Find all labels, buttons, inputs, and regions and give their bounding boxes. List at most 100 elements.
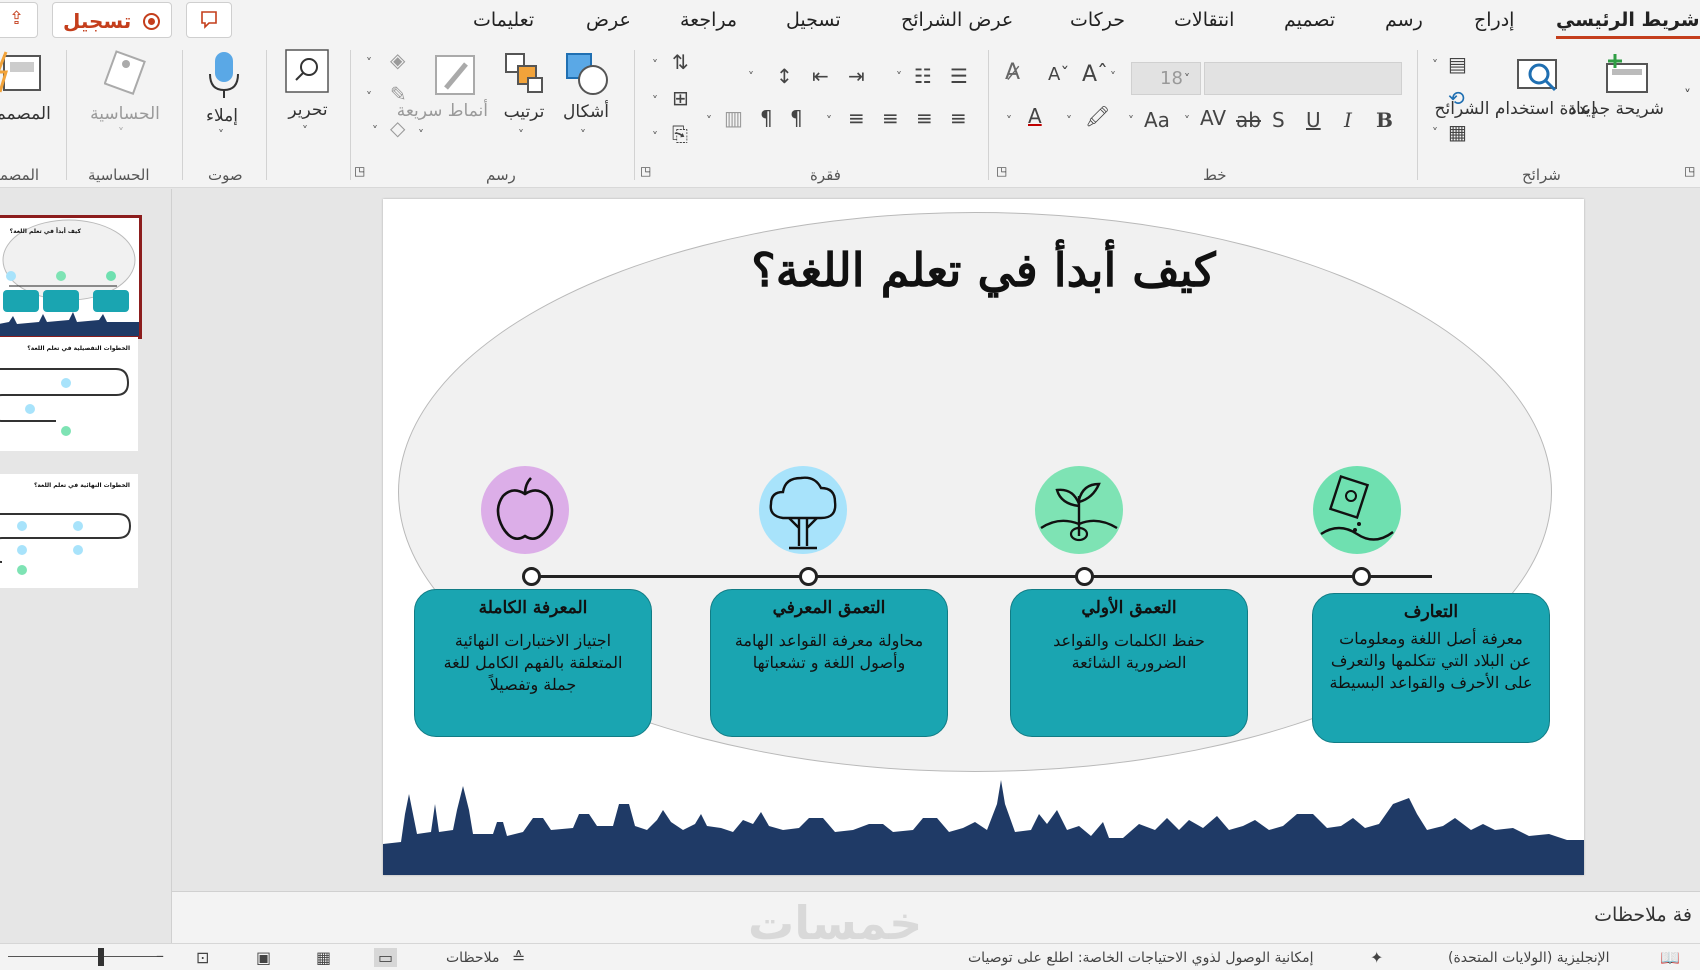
section-icon[interactable]: ▦ [1448,120,1467,144]
slide-sorter-icon[interactable]: ▦ [316,948,331,967]
font-color-icon[interactable]: A [1028,104,1042,128]
highlight-icon[interactable]: 🖍 [1085,104,1110,128]
tab-animations[interactable]: حركات [1070,9,1125,31]
line-spacing-caret-icon[interactable]: ˅ [748,70,754,84]
justify-icon[interactable]: ≡ [848,106,865,130]
share-button[interactable]: ⇪ [0,2,38,38]
tab-help[interactable]: تعليمات [473,9,534,31]
tab-insert[interactable]: إدراج [1474,9,1514,31]
align-text-icon[interactable]: ⊞ [672,86,689,110]
timeline-node[interactable] [522,567,541,586]
layout-caret-icon[interactable]: ˅ [1432,58,1438,72]
comments-button[interactable] [186,2,232,38]
slide-thumbnail-1[interactable]: كيف أبدأ في تعلم اللغة؟ [0,215,142,339]
normal-view-icon[interactable]: ▭ [374,948,398,967]
timeline-node[interactable] [1075,567,1094,586]
shape-effects-icon[interactable]: ◇ [390,116,405,140]
zoom-slider-track[interactable] [8,956,158,957]
font-color-caret-icon[interactable]: ˅ [1006,114,1012,128]
reset-icon[interactable]: ⟲ [1448,86,1465,110]
record-button[interactable]: تسجيل [52,2,172,38]
rtl-icon[interactable]: ¶ [790,106,803,130]
tab-home[interactable]: شريط الرئيسي [1556,9,1700,31]
tab-review[interactable]: مراجعة [680,9,737,31]
columns-icon[interactable]: ▥ [724,106,743,130]
underline-button[interactable]: U [1306,108,1321,132]
timeline-node[interactable] [799,567,818,586]
font-size-dropdown-icon[interactable]: ˅ [1110,70,1116,84]
bullets-icon[interactable]: ☰ [950,64,968,88]
layout-icon[interactable]: ▤ [1448,52,1467,76]
step-4-box[interactable]: المعرفة الكاملة اجتياز الاختبارات النهائ… [414,589,652,737]
slide-thumbnail-2[interactable]: الخطوات التفصيلية في تعلم اللغة؟ [0,337,138,451]
justify-caret-icon[interactable]: ˅ [826,114,832,128]
align-right-icon[interactable]: ≡ [950,106,967,130]
accessibility-status[interactable]: إمكانية الوصول لذوي الاحتياجات الخاصة: ا… [968,950,1314,966]
timeline-line[interactable] [532,575,1432,578]
text-direction-icon[interactable]: ⇅ [672,50,689,74]
slide-title[interactable]: كيف أبدأ في تعلم اللغة؟ [383,243,1584,297]
notes-button[interactable]: ملاحظات [446,950,499,966]
char-spacing-button[interactable]: AV [1200,106,1226,130]
tab-slideshow[interactable]: عرض الشرائح [901,9,1013,31]
paragraph-launcher-icon[interactable]: ◳ [640,164,651,178]
reading-view-icon[interactable]: ▣ [256,948,271,967]
align-center-icon[interactable]: ≡ [916,106,933,130]
step-3-icon-circle[interactable] [759,466,847,554]
tab-draw[interactable]: رسم [1385,9,1423,31]
shape-fill-icon[interactable]: ◈ [390,48,405,72]
bold-button[interactable]: B [1376,108,1393,132]
align-left-icon[interactable]: ≡ [882,106,899,130]
change-case-caret-icon[interactable]: ˅ [1128,114,1134,128]
shape-outline-caret-icon[interactable]: ˅ [366,90,372,104]
step-4-icon-circle[interactable] [481,466,569,554]
font-name-box[interactable] [1204,62,1402,95]
indent-icon[interactable]: ⇥ [848,64,865,88]
notes-icon[interactable]: ≙ [512,948,525,967]
shape-fill-caret-icon[interactable]: ˅ [366,56,372,70]
numbering-caret-icon[interactable]: ˅ [896,70,902,84]
strikethrough-button[interactable]: ab [1236,108,1261,132]
notes-pane[interactable]: فة ملاحظات [172,891,1700,943]
slide-main[interactable]: كيف أبدأ في تعلم اللغة؟ التعارف معرفة أص… [383,199,1584,875]
text-direction-caret-icon[interactable]: ˅ [652,58,658,72]
step-3-box[interactable]: التعمق المعرفي محاولة معرفة القواعد الها… [710,589,948,737]
shadow-button[interactable]: S [1272,108,1285,132]
section-caret-icon[interactable]: ˅ [1432,126,1438,140]
font-launcher-icon[interactable]: ◳ [996,164,1007,178]
line-spacing-icon[interactable]: ↕ [776,64,793,88]
smartart-caret-icon[interactable]: ˅ [652,130,658,144]
accessibility-icon[interactable]: ✦ [1370,948,1383,967]
slideshow-view-icon[interactable]: ⊡ [196,948,209,967]
smartart-icon[interactable]: ⎘ [672,122,688,146]
language-status[interactable]: الإنجليزية (الولايات المتحدة) [1448,950,1610,966]
highlight-caret-icon[interactable]: ˅ [1066,114,1072,128]
drawing-launcher-icon[interactable]: ◳ [354,164,365,178]
ribbon-collapse-icon[interactable]: ˅ [1684,88,1691,104]
columns-caret-icon[interactable]: ˅ [706,114,712,128]
ltr-icon[interactable]: ¶ [760,106,773,130]
slide-thumbnail-3[interactable]: الخطوات النهائية في تعلم اللغة؟ [0,474,138,588]
align-text-caret-icon[interactable]: ˅ [652,94,658,108]
tab-design[interactable]: تصميم [1284,9,1335,31]
shape-effects-caret-icon[interactable]: ˅ [372,124,378,138]
step-1-icon-circle[interactable] [1313,466,1401,554]
notes-placeholder[interactable]: فة ملاحظات [1594,904,1692,926]
slides-launcher-icon[interactable]: ◳ [1684,164,1695,178]
outdent-icon[interactable]: ⇤ [812,64,829,88]
increase-font-icon[interactable]: Aˆ [1082,62,1108,87]
city-skyline-image[interactable] [383,774,1584,875]
decrease-font-icon[interactable]: Aˇ [1048,64,1069,85]
tab-view[interactable]: عرض [586,9,631,31]
step-2-icon-circle[interactable] [1035,466,1123,554]
change-case-button[interactable]: Aa [1144,108,1170,132]
step-2-box[interactable]: التعمق الأولي حفظ الكلمات والقواعد الضرو… [1010,589,1248,737]
clear-format-icon[interactable]: A̷ [1005,60,1020,85]
tab-record[interactable]: تسجيل [786,9,841,31]
step-1-box[interactable]: التعارف معرفة أصل اللغة ومعلومات عن البل… [1312,593,1550,743]
zoom-slider-thumb[interactable] [98,948,104,966]
char-spacing-caret-icon[interactable]: ˅ [1184,114,1190,128]
italic-button[interactable]: I [1344,108,1352,132]
zoom-out-icon[interactable]: – [156,946,164,965]
font-size-box[interactable]: 18 ˅ [1131,62,1201,95]
